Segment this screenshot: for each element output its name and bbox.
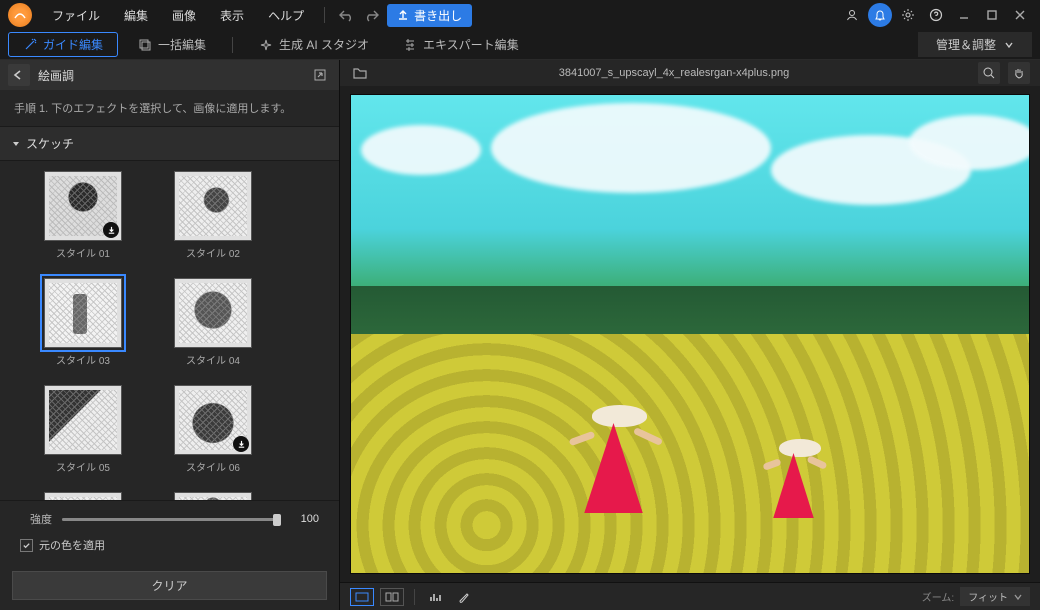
style-label: スタイル 01 xyxy=(56,245,110,260)
menu-help[interactable]: ヘルプ xyxy=(258,3,314,28)
settings-icon[interactable] xyxy=(896,3,920,27)
menu-view[interactable]: 表示 xyxy=(210,3,254,28)
style-thumb[interactable]: スタイル 05 xyxy=(38,385,128,474)
style-thumb[interactable] xyxy=(38,492,128,500)
upload-icon xyxy=(397,9,409,21)
clear-button[interactable]: クリア xyxy=(12,571,327,600)
open-folder-button[interactable] xyxy=(350,64,370,82)
mode-bar: ガイド編集 一括編集 生成 AI スタジオ エキスパート編集 管理＆調整 xyxy=(0,30,1040,60)
zoom-select[interactable]: フィット xyxy=(960,587,1030,606)
stack-icon xyxy=(138,38,152,52)
menubar: ファイル 編集 画像 表示 ヘルプ 書き出し xyxy=(0,0,1040,30)
viewer-panel: 3841007_s_upscayl_4x_realesrgan-x4plus.p… xyxy=(340,60,1040,610)
manage-adjust-button[interactable]: 管理＆調整 xyxy=(918,32,1032,57)
styles-scroll[interactable]: スタイル 01 スタイル 02 スタイル 03 スタイル 04 スタイル 05 スタイル … xyxy=(0,161,339,500)
style-thumb[interactable]: スタイル 04 xyxy=(168,278,258,367)
mode-label: ガイド編集 xyxy=(43,36,103,53)
close-button[interactable] xyxy=(1008,3,1032,27)
section-label: スケッチ xyxy=(26,135,74,152)
app-logo xyxy=(8,3,32,27)
download-icon xyxy=(233,436,249,452)
mode-label: 生成 AI スタジオ xyxy=(279,36,369,53)
style-label: スタイル 06 xyxy=(186,459,240,474)
effect-controls: 強度 100 元の色を適用 xyxy=(0,500,339,563)
strength-value: 100 xyxy=(291,513,319,525)
zoom-label: ズーム: xyxy=(922,589,954,604)
export-label: 書き出し xyxy=(414,7,462,24)
histogram-button[interactable] xyxy=(425,586,447,608)
menu-file[interactable]: ファイル xyxy=(42,3,110,28)
style-thumb[interactable]: スタイル 03 xyxy=(38,278,128,367)
mode-ai-studio[interactable]: 生成 AI スタジオ xyxy=(245,33,383,56)
strength-slider[interactable] xyxy=(62,518,281,521)
separator xyxy=(324,7,325,23)
checkbox-label: 元の色を適用 xyxy=(39,537,105,553)
separator xyxy=(232,37,233,53)
chevron-down-icon xyxy=(1004,40,1014,50)
filename-label: 3841007_s_upscayl_4x_realesrgan-x4plus.p… xyxy=(559,67,790,79)
zoom-tool[interactable] xyxy=(978,62,1000,84)
panel-header: 絵画調 xyxy=(0,60,339,90)
style-label: スタイル 02 xyxy=(186,245,240,260)
instruction-text: 手順 1. 下のエフェクトを選択して、画像に適用します。 xyxy=(0,90,339,126)
style-thumb[interactable]: スタイル 02 xyxy=(168,171,258,260)
undo-button[interactable] xyxy=(335,4,357,26)
notifications-icon[interactable] xyxy=(868,3,892,27)
pan-tool[interactable] xyxy=(1008,62,1030,84)
redo-button[interactable] xyxy=(361,4,383,26)
download-icon xyxy=(103,222,119,238)
mode-guide-edit[interactable]: ガイド編集 xyxy=(8,32,118,57)
chevron-down-icon xyxy=(1014,593,1022,601)
style-thumb[interactable]: スタイル 06 xyxy=(168,385,258,474)
wand-icon xyxy=(23,38,37,52)
triangle-down-icon xyxy=(12,140,20,148)
brush-button[interactable] xyxy=(453,586,475,608)
compare-view-toggle[interactable] xyxy=(380,588,404,606)
style-label: スタイル 04 xyxy=(186,352,240,367)
sparkle-icon xyxy=(259,38,273,52)
style-thumb[interactable] xyxy=(168,492,258,500)
mode-label: 一括編集 xyxy=(158,36,206,53)
account-icon[interactable] xyxy=(840,3,864,27)
maximize-button[interactable] xyxy=(980,3,1004,27)
keep-original-color-checkbox[interactable]: 元の色を適用 xyxy=(20,537,319,553)
panel-title: 絵画調 xyxy=(38,67,301,84)
section-sketch[interactable]: スケッチ xyxy=(0,126,339,161)
mode-batch-edit[interactable]: 一括編集 xyxy=(124,33,220,56)
image-canvas[interactable] xyxy=(350,94,1030,574)
mode-expert-edit[interactable]: エキスパート編集 xyxy=(389,33,533,56)
help-icon[interactable] xyxy=(924,3,948,27)
viewer-top-bar: 3841007_s_upscayl_4x_realesrgan-x4plus.p… xyxy=(340,60,1040,86)
checkbox-icon xyxy=(20,539,33,552)
viewer-bottom-bar: ズーム: フィット xyxy=(340,582,1040,610)
export-button[interactable]: 書き出し xyxy=(387,4,472,27)
zoom-value: フィット xyxy=(968,589,1008,604)
minimize-button[interactable] xyxy=(952,3,976,27)
strength-label: 強度 xyxy=(20,511,52,527)
manage-label: 管理＆調整 xyxy=(936,36,996,53)
back-button[interactable] xyxy=(8,64,30,86)
effects-sidebar: 絵画調 手順 1. 下のエフェクトを選択して、画像に適用します。 スケッチ スタ… xyxy=(0,60,340,610)
menu-edit[interactable]: 編集 xyxy=(114,3,158,28)
sliders-icon xyxy=(403,38,417,52)
detach-panel-button[interactable] xyxy=(309,64,331,86)
mode-label: エキスパート編集 xyxy=(423,36,519,53)
single-view-toggle[interactable] xyxy=(350,588,374,606)
menu-image[interactable]: 画像 xyxy=(162,3,206,28)
style-thumb[interactable]: スタイル 01 xyxy=(38,171,128,260)
style-label: スタイル 05 xyxy=(56,459,110,474)
style-label: スタイル 03 xyxy=(56,352,110,367)
